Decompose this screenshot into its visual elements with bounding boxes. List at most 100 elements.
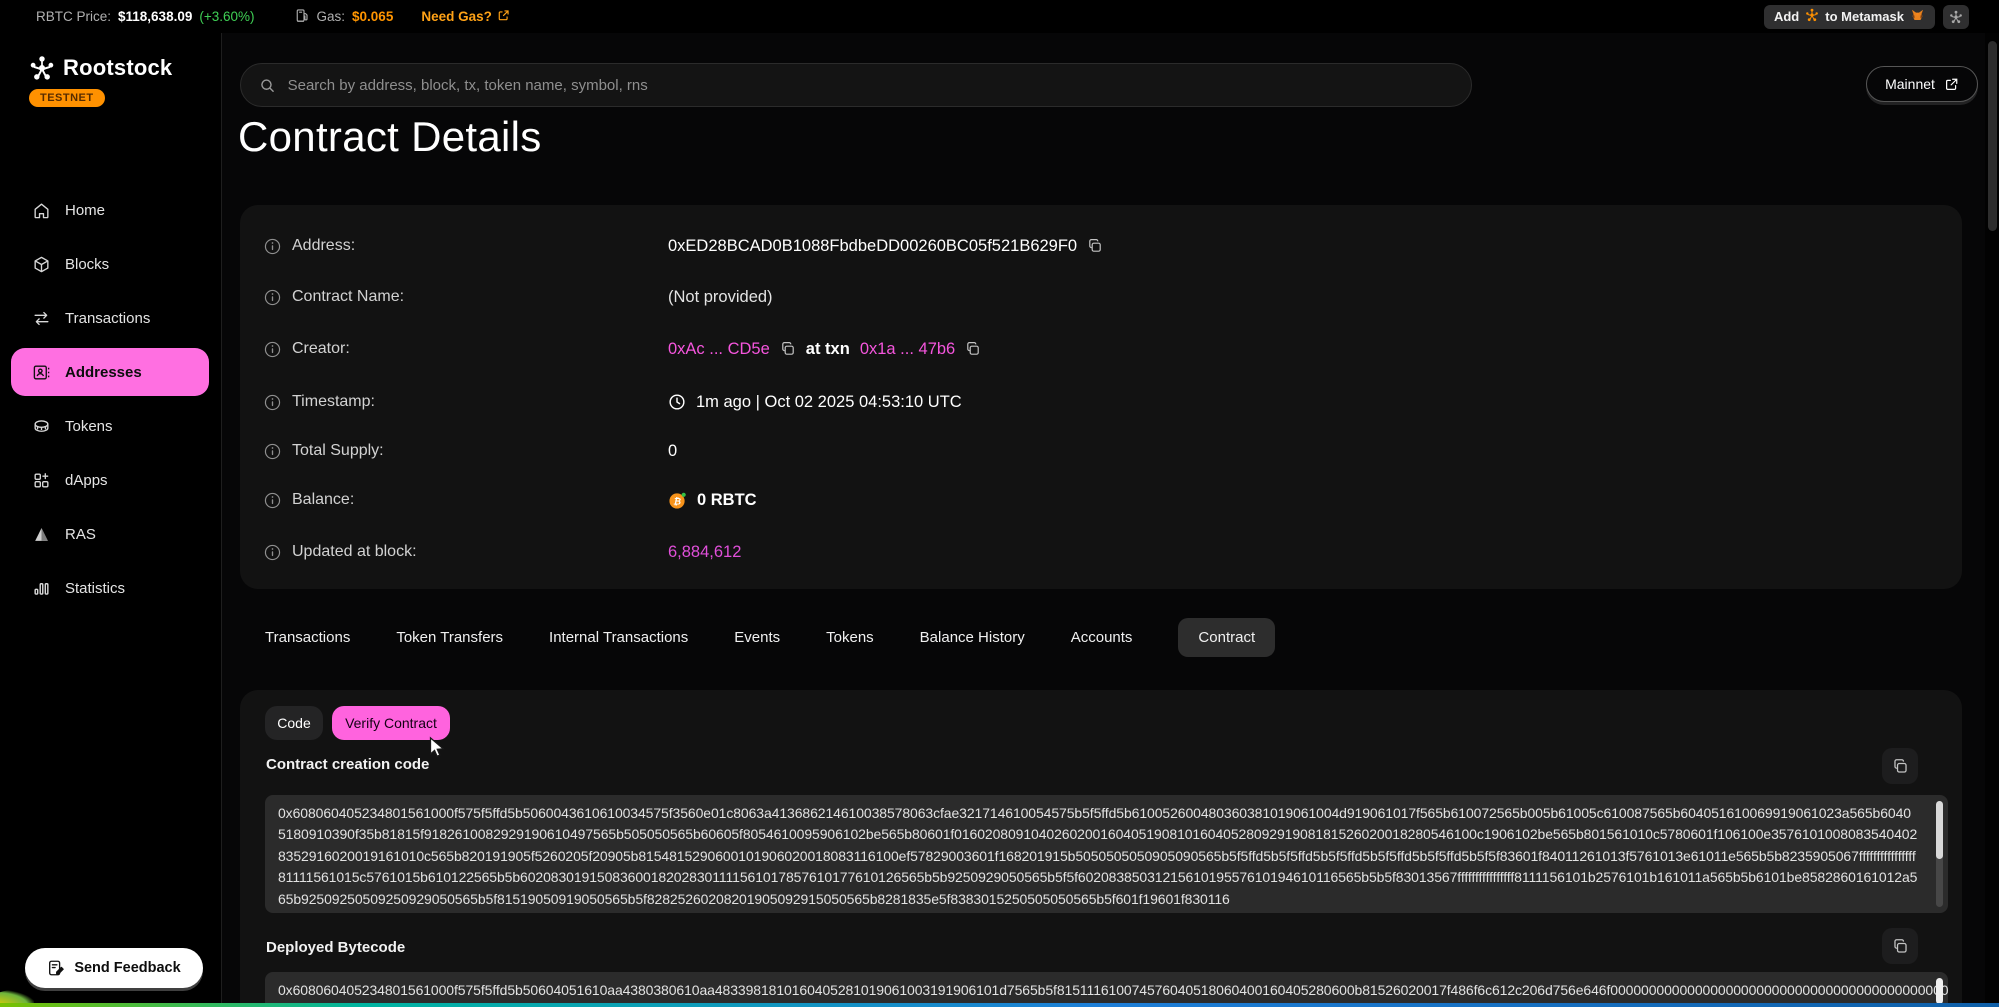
- creation-code-scroll-thumb[interactable]: [1936, 801, 1943, 859]
- detail-row-updated-block: Updated at block: 6,884,612: [264, 535, 1938, 569]
- tab-contract[interactable]: Contract: [1178, 618, 1275, 657]
- sidebar-item-tokens[interactable]: Tokens: [0, 399, 222, 453]
- tab-tokens[interactable]: Tokens: [826, 618, 874, 657]
- creator-at-txn-text: at txn: [806, 340, 850, 359]
- tab-transactions[interactable]: Transactions: [265, 618, 350, 657]
- creator-label: Creator:: [292, 340, 350, 358]
- rootstock-logo[interactable]: Rootstock: [29, 55, 172, 81]
- tab-events[interactable]: Events: [734, 618, 780, 657]
- page-scrollbar[interactable]: [1985, 33, 1999, 1007]
- svg-text:₿: ₿: [673, 496, 681, 506]
- sidebar-item-label: Tokens: [65, 418, 113, 435]
- sidebar-item-label: Blocks: [65, 256, 109, 273]
- rbtc-price-value: $118,638.09: [118, 9, 192, 24]
- search-bar[interactable]: [240, 63, 1472, 107]
- detail-row-contract-name: Contract Name: (Not provided): [264, 280, 1938, 314]
- network-label: Mainnet: [1885, 76, 1935, 92]
- contract-name-label: Contract Name:: [292, 288, 404, 306]
- tab-internal-transactions[interactable]: Internal Transactions: [549, 618, 688, 657]
- address-label: Address:: [292, 237, 355, 255]
- rbtc-price-change: (+3.60%): [199, 9, 254, 24]
- search-input[interactable]: [288, 77, 1453, 94]
- rootstock-logo-icon: [29, 55, 55, 81]
- contract-details-panel: Address: 0xED28BCAD0B1088FbdbeDD00260BC0…: [240, 205, 1962, 589]
- sidebar-item-dapps[interactable]: dApps: [0, 453, 222, 507]
- info-icon: [264, 443, 281, 460]
- page-scrollbar-thumb[interactable]: [1988, 41, 1997, 231]
- updated-block-link[interactable]: 6,884,612: [668, 543, 741, 562]
- detail-row-balance: Balance: ₿ 0 RBTC: [264, 483, 1938, 517]
- copy-icon: [1892, 758, 1909, 775]
- copy-address-icon[interactable]: [1087, 238, 1103, 254]
- total-supply-label: Total Supply:: [292, 442, 384, 460]
- metamask-fox-icon: [1910, 8, 1925, 25]
- gas-price-value: $0.065: [352, 9, 393, 24]
- rootstock-settings-button[interactable]: [1943, 5, 1969, 29]
- sidebar-item-ras[interactable]: RAS: [0, 507, 222, 561]
- sidebar-nav: Home Blocks Transactions Addresses Token…: [0, 183, 222, 615]
- search-icon: [259, 77, 276, 94]
- deployed-bytecode-box[interactable]: 0x608060405234801561000f575f5ffd5b506040…: [265, 972, 1948, 1007]
- detail-row-total-supply: Total Supply: 0: [264, 434, 1938, 468]
- sidebar-item-label: Addresses: [65, 364, 142, 381]
- network-switch-button[interactable]: Mainnet: [1866, 66, 1978, 102]
- sidebar-item-transactions[interactable]: Transactions: [0, 291, 222, 345]
- gas-pump-icon: [295, 8, 310, 26]
- creation-code-box[interactable]: 0x608060405234801561000f575f5ffd5b506004…: [265, 795, 1948, 913]
- timestamp-value: 1m ago | Oct 02 2025 04:53:10 UTC: [696, 393, 962, 412]
- copy-creation-code-button[interactable]: [1882, 748, 1918, 784]
- deployed-bytecode-scroll-thumb[interactable]: [1936, 978, 1943, 1004]
- sidebar-item-addresses[interactable]: Addresses: [0, 345, 222, 399]
- external-link-icon: [497, 9, 510, 25]
- rbtc-coin-icon: ₿: [668, 491, 687, 510]
- updated-block-label: Updated at block:: [292, 543, 417, 561]
- deployed-bytecode-text: 0x608060405234801561000f575f5ffd5b506040…: [278, 982, 1948, 998]
- testnet-badge: TESTNET: [29, 89, 105, 107]
- sidebar: Rootstock TESTNET Home Blocks Transactio…: [0, 33, 222, 1007]
- copy-deployed-bytecode-button[interactable]: [1882, 928, 1918, 964]
- metamask-button-suffix: to Metamask: [1825, 9, 1904, 24]
- tab-balance-history[interactable]: Balance History: [920, 618, 1025, 657]
- info-icon: [264, 492, 281, 509]
- address-value: 0xED28BCAD0B1088FbdbeDD00260BC05f521B629…: [668, 237, 1077, 256]
- sidebar-item-label: Transactions: [65, 310, 150, 327]
- topbar-actions: Add to Metamask: [1764, 5, 1969, 29]
- balance-value: 0 RBTC: [697, 491, 757, 510]
- sidebar-item-home[interactable]: Home: [0, 183, 222, 237]
- sidebar-item-blocks[interactable]: Blocks: [0, 237, 222, 291]
- detail-row-address: Address: 0xED28BCAD0B1088FbdbeDD00260BC0…: [264, 229, 1938, 263]
- creation-code-label: Contract creation code: [266, 756, 429, 773]
- info-icon: [264, 341, 281, 358]
- ras-icon: [32, 525, 51, 544]
- rbtc-price-label: RBTC Price:: [36, 9, 111, 24]
- copy-creator-icon[interactable]: [780, 341, 796, 357]
- info-icon: [264, 394, 281, 411]
- contract-code-panel: Code Verify Contract Contract creation c…: [240, 690, 1962, 1007]
- tab-token-transfers[interactable]: Token Transfers: [396, 618, 503, 657]
- transactions-icon: [32, 309, 51, 328]
- tab-accounts[interactable]: Accounts: [1071, 618, 1133, 657]
- creator-txn-link[interactable]: 0x1a ... 47b6: [860, 340, 955, 359]
- contract-name-value: (Not provided): [668, 288, 773, 307]
- detail-row-timestamp: Timestamp: 1m ago | Oct 02 2025 04:53:10…: [264, 385, 1938, 419]
- verify-contract-button[interactable]: Verify Contract: [332, 706, 450, 740]
- deployed-bytecode-label: Deployed Bytecode: [266, 939, 405, 956]
- feedback-note-icon: [47, 959, 65, 977]
- sidebar-item-label: Statistics: [65, 580, 125, 597]
- send-feedback-button[interactable]: Send Feedback: [25, 948, 203, 988]
- need-gas-label: Need Gas?: [421, 9, 492, 24]
- sidebar-item-statistics[interactable]: Statistics: [0, 561, 222, 615]
- detail-row-creator: Creator: 0xAc ... CD5e at txn 0x1a ... 4…: [264, 332, 1938, 366]
- need-gas-link[interactable]: Need Gas?: [421, 9, 510, 25]
- code-subtab-button[interactable]: Code: [265, 706, 323, 740]
- sidebar-item-label: RAS: [65, 526, 96, 543]
- clock-icon: [668, 393, 686, 411]
- creator-address-link[interactable]: 0xAc ... CD5e: [668, 340, 770, 359]
- sidebar-item-label: dApps: [65, 472, 108, 489]
- add-to-metamask-button[interactable]: Add to Metamask: [1764, 5, 1935, 29]
- addresses-icon: [32, 363, 51, 382]
- gas-group: Gas: $0.065: [295, 8, 394, 26]
- copy-txn-icon[interactable]: [965, 341, 981, 357]
- copy-icon: [1892, 938, 1909, 955]
- creation-code-scrollbar[interactable]: [1936, 801, 1943, 907]
